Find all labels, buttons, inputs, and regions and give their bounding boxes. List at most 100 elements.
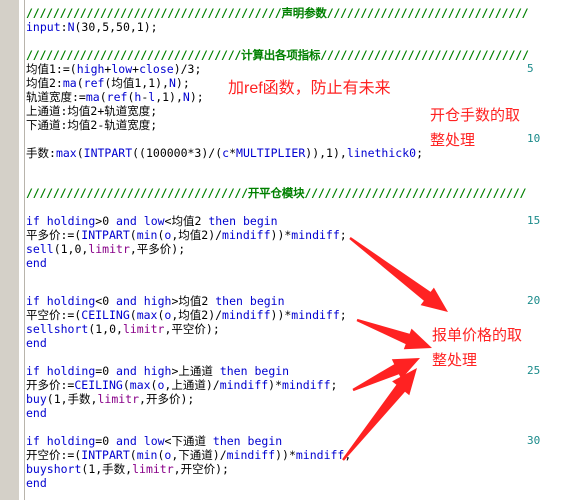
code-line[interactable]: 均值2:ma(ref(均值1,1),N); [26,76,190,90]
code-token-keyword: and [116,294,137,308]
code-token-plain: (均值1,1), [104,76,169,90]
code-token-plain: ((100000*3)/( [132,146,223,160]
code-token-plain: ( [76,146,84,160]
code-token-keyword: sellshort [26,322,89,336]
code-line[interactable]: 平空价:=(CEILING(max(o,均值2)/mindiff))*mindi… [26,308,347,322]
code-token-keyword: holding [46,214,96,228]
code-line[interactable]: if holding<0 and high>均值2 then begin [26,294,285,308]
code-token-keyword: begin [249,294,285,308]
code-token-keyword: INTPART [81,228,130,242]
code-token-keyword: ref [83,76,105,90]
code-line[interactable]: 下通道:均值2-轨道宽度; [26,118,157,132]
code-line[interactable] [26,420,33,434]
code-line[interactable]: //////////////////////////////////////声明… [26,6,529,20]
code-token-param: limitr [97,392,140,406]
code-token-plain: ; [339,228,347,242]
code-token-keyword: and [116,434,137,448]
code-token-keyword: high [143,294,172,308]
code-line[interactable]: end [26,336,47,350]
code-token-param: limitr [132,462,174,476]
code-line[interactable]: 开空价:=(INTPART(min(o,下通道)/mindiff))*mindi… [26,448,351,462]
code-token-keyword: if [26,214,40,228]
code-line[interactable]: input:N(30,5,50,1); [26,20,158,34]
code-token-keyword: buy [26,392,47,406]
code-token-plain: ; [330,378,338,392]
code-token-keyword: low [111,62,133,76]
code-line[interactable] [26,350,33,364]
code-token-keyword: ma [62,76,77,90]
line-number-gutter [0,0,20,500]
code-token-plain: ,平多价); [129,242,186,256]
code-token-keyword: buyshort [26,462,82,476]
code-line[interactable]: if holding=0 and low<下通道 then begin [26,434,282,448]
code-token-plain: ; [339,308,347,322]
code-token-keyword: N [182,90,190,104]
code-line[interactable]: sellshort(1,0,limitr,平空价); [26,322,220,336]
code-token-keyword: max [136,308,158,322]
code-line[interactable] [26,34,33,48]
code-line[interactable]: 上通道:均值2+轨道宽度; [26,104,157,118]
code-token-plain: ,平空价); [164,322,220,336]
code-line[interactable] [26,160,33,174]
code-token-keyword: close [139,62,174,76]
code-line[interactable] [26,200,33,214]
code-token-plain: ,开空价); [173,462,229,476]
code-token-keyword: holding [46,364,96,378]
code-token-plain: 平空价:=( [26,308,82,322]
code-line[interactable]: end [26,256,47,270]
code-token-plain: ( [122,378,130,392]
code-token-keyword: mindiff [226,448,276,462]
code-line[interactable]: ////////////////////////////////计算出各项指标/… [26,48,529,62]
code-token-keyword: input [26,20,61,34]
anno-price-round2: 整处理 [432,352,478,369]
code-token-param: limitr [88,242,130,256]
code-line[interactable]: if holding>0 and low<均值2 then begin [26,214,278,228]
code-line[interactable]: sell(1,0,limitr,平多价); [26,242,185,256]
code-token-plain: 均值2: [26,76,63,90]
code-token-keyword: then [219,364,248,378]
code-token-plain: 上通道:均值2+轨道宽度; [26,104,158,118]
code-line[interactable]: 均值1:=(high+low+close)/3; [26,62,201,76]
code-token-keyword: then [208,214,237,228]
code-line[interactable]: buy(1,手数,limitr,开多价); [26,392,194,406]
code-line[interactable]: 平多价:=(INTPART(min(o,均值2)/mindiff))*mindi… [26,228,347,242]
code-line[interactable]: /////////////////////////////////开平仓模块//… [26,186,526,200]
code-token-keyword: INTPART [83,146,133,160]
code-token-plain: ); [175,76,190,90]
code-token-plain: ,下通道)/ [171,448,227,462]
code-token-plain: 均值1:= [26,62,70,76]
code-line[interactable]: end [26,476,47,490]
code-line[interactable]: buyshort(1,手数,limitr,开空价); [26,462,229,476]
code-line[interactable]: 轨道宽度:=ma(ref(h-l,1),N); [26,90,204,104]
code-token-plain: : [60,20,68,34]
code-line[interactable]: end [26,406,47,420]
code-token-plain: ,1), [155,90,183,104]
code-token-keyword: end [26,476,47,490]
code-token-keyword: min [136,448,158,462]
code-token-keyword: ref [106,90,128,104]
code-token-keyword: and [116,214,137,228]
code-line[interactable] [26,270,33,284]
anno-lot-round1: 开仓手数的取 [430,107,521,124]
code-token-plain: (30,5,50,1); [74,20,158,34]
code-token-plain: 手数: [26,146,56,160]
code-line[interactable]: 手数:max(INTPART((100000*3)/(c*MULTIPLIER)… [26,146,423,160]
code-token-plain: (1,0, [88,322,123,336]
code-line[interactable]: if holding=0 and high>上通道 then begin [26,364,289,378]
anno-price-round1: 报单价格的取 [432,327,523,344]
code-token-keyword: if [26,364,40,378]
code-token-keyword: ma [85,90,100,104]
code-token-keyword: mindiff [219,378,269,392]
code-token-plain: ( [69,62,77,76]
code-token-plain: 下通道:均值2-轨道宽度; [26,118,158,132]
code-token-plain: 开多价:= [26,378,75,392]
gutter-border [24,0,25,500]
code-token-comment: //////////////////////////////////////声明… [26,6,529,20]
code-line[interactable]: 开多价:=CEILING(max(o,上通道)/mindiff)*mindiff… [26,378,337,392]
code-text-area[interactable]: //////////////////////////////////////声明… [26,0,568,500]
code-line[interactable] [26,132,33,146]
